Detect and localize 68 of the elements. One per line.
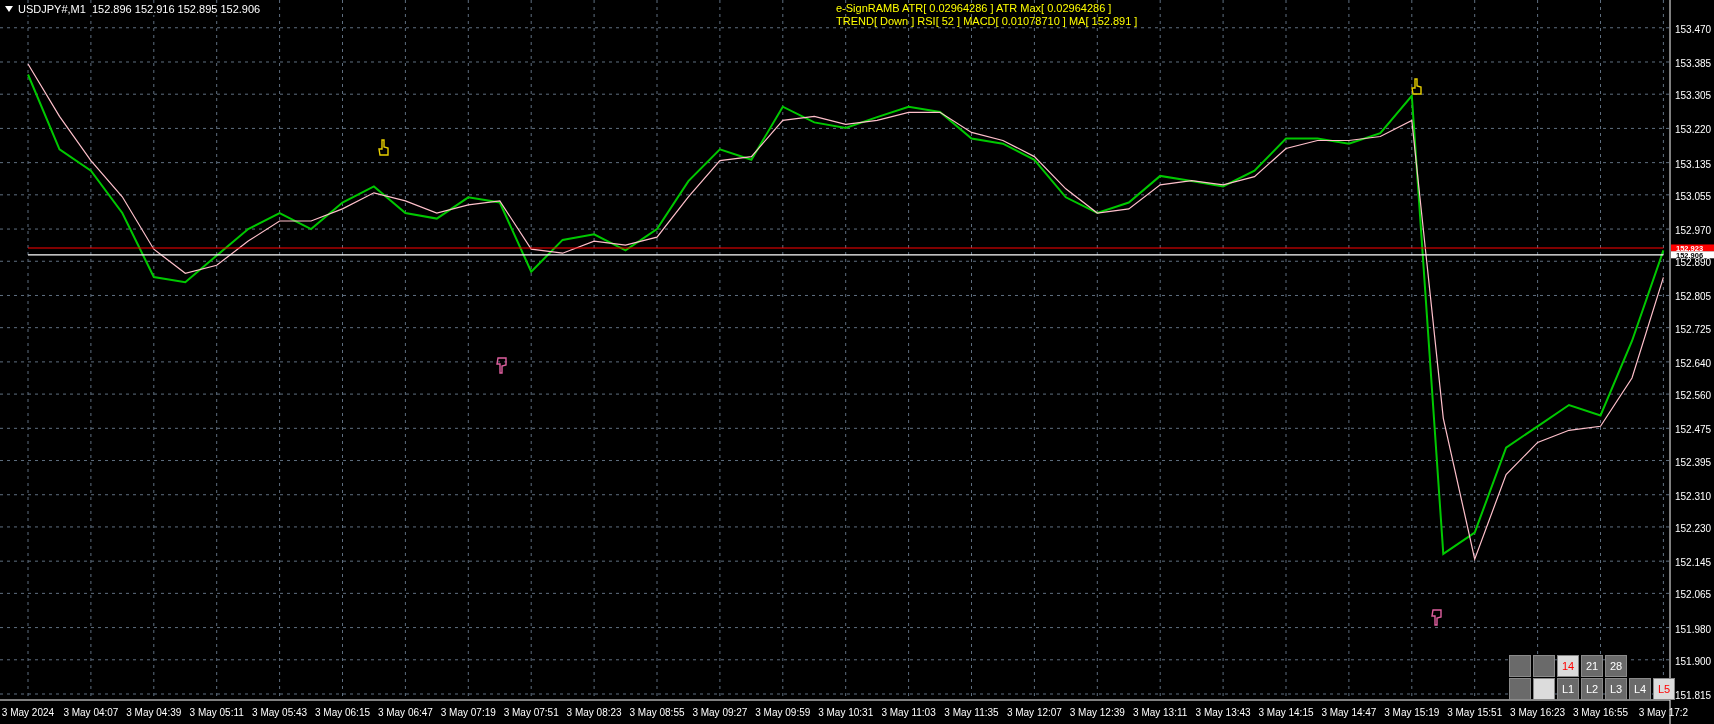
period-button[interactable]: L3 [1605,678,1627,700]
price-axis-label: 152.395 [1675,456,1712,468]
time-axis-label: 3 May 07:51 [503,707,559,718]
price-axis-label: 152.640 [1675,357,1712,369]
price-axis-label: 151.900 [1675,655,1712,667]
time-axis-label: 3 May 15:19 [1384,707,1440,718]
price-axis-label: 152.890 [1675,257,1712,269]
price-axis-label: 152.310 [1675,490,1712,502]
time-axis-label: 3 May 16:55 [1573,707,1628,718]
period-button[interactable]: 28 [1605,655,1627,677]
hand-pointer-icon [378,139,389,156]
time-axis-label: 3 May 06:15 [315,707,370,718]
price-axis-label: 152.065 [1675,589,1712,601]
blank-button[interactable] [1533,655,1555,677]
time-axis-label: 3 May 07:19 [440,707,496,718]
hand-pointer-icon [1411,78,1422,95]
time-axis-label: 3 May 12:39 [1069,707,1125,718]
time-axis-label: 3 May 17:2 [1638,707,1689,718]
time-axis-label: 3 May 05:11 [189,707,244,718]
chart-title: USDJPY#,M1 152.896 152.916 152.895 152.906 [18,3,261,15]
time-axis-label: 3 May 2024 [1,707,55,718]
time-axis-label: 3 May 13:43 [1195,707,1251,718]
time-axis-label: 3 May 04:07 [63,707,119,718]
time-axis-label: 3 May 09:59 [755,707,811,718]
indicator-text: e-SignRAMB ATR[ 0.02964286 ] ATR Max[ 0.02964286 ] [836,2,1113,15]
time-axis-label: 3 May 14:15 [1258,707,1314,718]
time-axis-label: 3 May 12:07 [1006,707,1062,718]
time-axis-label: 3 May 10:31 [818,707,874,718]
period-button[interactable]: L2 [1581,678,1603,700]
period-button[interactable]: L4 [1629,678,1651,700]
indicator-text: TREND[ Down ] RSI[ 52 ] MACD[ 0.01078710 ] MA[ 152.891 ] [836,15,1138,28]
period-button[interactable]: 14 [1557,655,1579,677]
price-axis-label: 152.805 [1675,291,1712,303]
price-axis-label: 152.145 [1675,557,1712,569]
blank-button[interactable] [1509,655,1531,677]
time-axis-label: 3 May 13:11 [1133,707,1188,718]
blank-button[interactable] [1533,678,1555,700]
time-axis-label: 3 May 04:39 [126,707,182,718]
price-axis-label: 152.970 [1675,225,1712,237]
price-axis-label: 153.305 [1675,90,1712,102]
price-axis-label: 152.230 [1675,522,1712,534]
hand-pointer-icon [1431,609,1442,626]
price-axis-label: 152.725 [1675,323,1712,335]
time-axis-label: 3 May 09:27 [692,707,748,718]
hand-pointer-icon [496,357,507,374]
price-axis-label: 152.475 [1675,424,1712,436]
price-axis-label: 153.470 [1675,23,1712,35]
time-axis-label: 3 May 11:35 [944,707,999,718]
price-axis-label: 153.385 [1675,58,1712,69]
price-axis-label: 153.220 [1675,124,1712,136]
blank-button[interactable] [1509,678,1531,700]
time-axis-label: 3 May 08:23 [566,707,622,718]
time-axis-label: 3 May 05:43 [252,707,308,718]
period-button[interactable]: 21 [1581,655,1603,677]
price-axis-label: 151.815 [1675,690,1712,701]
time-axis-label: 3 May 15:51 [1447,707,1503,718]
period-button[interactable]: L1 [1557,678,1579,700]
price-axis-label: 153.135 [1675,158,1712,170]
dropdown-triangle-icon[interactable] [5,6,13,12]
time-axis-label: 3 May 08:55 [629,707,685,718]
price-axis-label: 153.055 [1675,190,1712,202]
time-axis-label: 3 May 14:47 [1321,707,1377,718]
time-axis-label: 3 May 11:03 [881,707,936,718]
time-axis-label: 3 May 16:23 [1510,707,1566,718]
time-axis-label: 3 May 06:47 [377,707,433,718]
price-axis-label: 152.560 [1675,390,1712,402]
price-axis-label: 151.980 [1675,623,1712,635]
period-button[interactable]: L5 [1653,678,1675,700]
